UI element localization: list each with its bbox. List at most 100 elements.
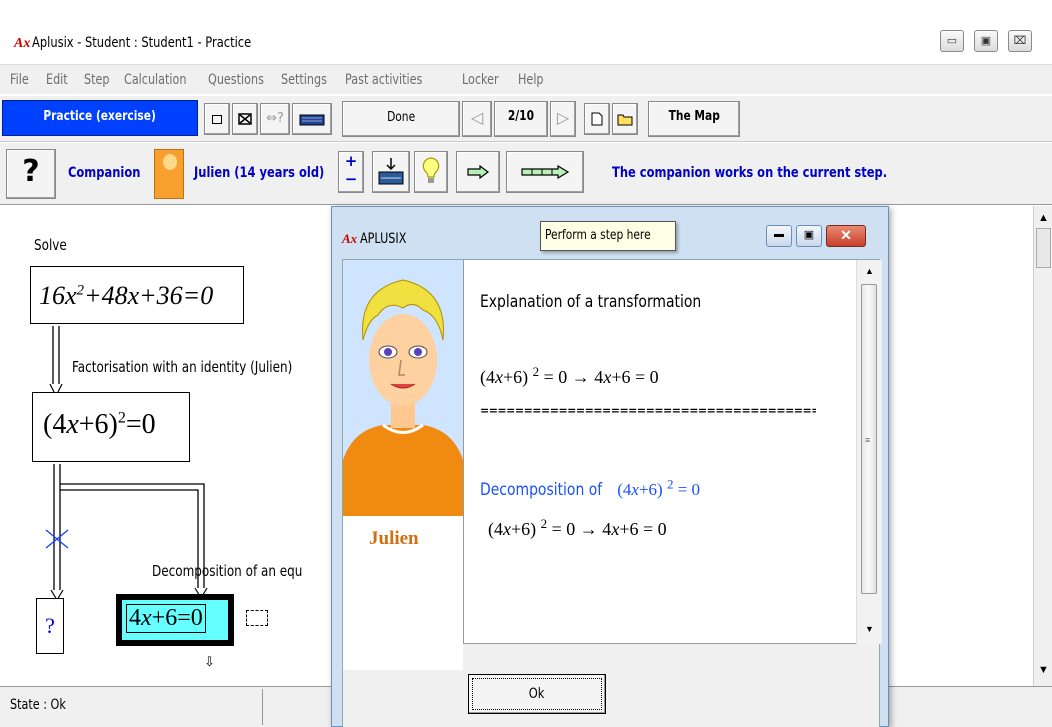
dialog-maximize-button[interactable]: ▣	[796, 225, 822, 247]
practice-mode-button[interactable]: Practice (exercise)	[2, 100, 198, 136]
maximize-icon: ▣	[803, 229, 815, 241]
equation-box-2[interactable]: (4x+6)2=0	[32, 392, 190, 462]
scroll-up-icon[interactable]: ▲	[1038, 212, 1049, 224]
menu-file[interactable]: File	[10, 72, 29, 88]
main-toolbar: Practice (exercise) ⇔? Done ◁ 2/10 ▷ The…	[0, 96, 1052, 142]
calculator-arrow-icon	[378, 158, 404, 185]
page-indicator: 2/10	[494, 101, 548, 137]
lightbulb-icon	[422, 157, 440, 183]
square-icon	[212, 115, 222, 124]
minimize-icon: ▬	[774, 229, 784, 240]
hint-button[interactable]	[414, 151, 448, 193]
maximize-button[interactable]: ▣	[974, 30, 998, 52]
grip-icon: ≡	[865, 435, 871, 445]
equation-3: 4x+6=0	[126, 604, 206, 633]
close-button[interactable]: ⌧	[1008, 30, 1032, 52]
triangle-right-icon: ▷	[556, 108, 570, 127]
empty-slot-box[interactable]	[246, 610, 268, 626]
tooltip: Perform a step here	[540, 221, 676, 251]
dialog-logo-icon: Ax	[342, 231, 358, 246]
companion-portrait-panel: Julien	[343, 260, 463, 670]
dialog-body: Julien Explanation of a transformation (…	[342, 259, 882, 727]
explanation-scroll-thumb[interactable]: ≡	[861, 284, 877, 594]
explanation-dialog: Ax APLUSIX ▬ ▣ ✕ Julien Explanation of a…	[331, 206, 889, 727]
explanation-panel: Explanation of a transformation (4x+6) 2…	[463, 260, 882, 644]
down-arrow-icon: ⇩	[204, 654, 215, 669]
companion-label: Companion	[68, 165, 141, 181]
maximize-icon: ▣	[980, 35, 992, 47]
ok-button[interactable]: Ok	[468, 674, 606, 714]
menu-edit[interactable]: Edit	[46, 72, 68, 88]
companion-toolbar: ? Companion Julien (14 years old) + − The…	[0, 143, 1052, 205]
keyboard-icon	[299, 114, 325, 126]
explanation-scrollbar[interactable]: ▲ ≡ ▼	[856, 260, 882, 644]
menu-step[interactable]: Step	[84, 72, 110, 88]
separator-line: =======================================	[480, 404, 816, 417]
minimize-button[interactable]: ▭	[940, 30, 964, 52]
next-exercise-button[interactable]: ▷	[550, 101, 576, 137]
unknown-box[interactable]: ?	[36, 598, 64, 654]
help-button[interactable]: ?	[6, 149, 56, 199]
solve-label: Solve	[34, 236, 67, 254]
the-map-button[interactable]: The Map	[648, 101, 740, 137]
companion-status-message: The companion works on the current step.	[612, 165, 888, 181]
folder-icon	[617, 114, 633, 126]
companion-level-stepper[interactable]: + −	[338, 151, 364, 193]
companion-avatar[interactable]	[154, 149, 184, 199]
all-steps-button[interactable]	[506, 151, 584, 193]
menu-help[interactable]: Help	[518, 72, 544, 88]
equation-box-1[interactable]: 16x2+48x+36=0	[30, 266, 244, 324]
question-mark-icon: ?	[22, 154, 40, 189]
equation-box-3-selected[interactable]: 4x+6=0	[116, 594, 234, 646]
scroll-down-icon[interactable]: ▼	[1038, 664, 1049, 676]
scroll-up-icon[interactable]: ▲	[865, 266, 874, 276]
cross-box-button[interactable]	[232, 103, 258, 135]
scroll-down-icon[interactable]: ▼	[865, 624, 874, 634]
companion-caption: Julien	[369, 528, 419, 549]
main-scroll-thumb[interactable]	[1036, 228, 1051, 268]
window-title: Aplusix - Student : Student1 - Practice	[32, 35, 252, 51]
single-arrow-icon	[467, 164, 489, 180]
new-file-icon	[591, 112, 603, 126]
companion-portrait-icon	[343, 260, 463, 516]
minimize-icon: ▭	[946, 35, 958, 47]
menu-locker[interactable]: Locker	[462, 72, 499, 88]
dialog-title: APLUSIX	[360, 231, 407, 247]
menu-bar: File Edit Step Calculation Questions Set…	[0, 64, 1052, 94]
triangle-left-icon: ◁	[470, 108, 484, 127]
status-divider	[262, 689, 263, 725]
equation-2: (4x+6)2=0	[43, 409, 156, 440]
equivalence-check-button[interactable]: ⇔?	[260, 103, 290, 135]
rule-label-2: Decomposition of an equ	[152, 562, 303, 580]
menu-calculation[interactable]: Calculation	[124, 72, 186, 88]
double-arrow-icon	[49, 326, 63, 398]
done-button[interactable]: Done	[342, 101, 460, 137]
cross-box-icon	[238, 113, 252, 125]
companion-name: Julien (14 years old)	[194, 165, 325, 181]
decomposition-label: Decomposition of (4x+6) 2 = 0	[480, 476, 701, 500]
equivalence-question-icon: ⇔?	[266, 111, 284, 126]
close-icon: ⌧	[1013, 35, 1027, 47]
multi-arrow-icon	[521, 164, 570, 180]
new-box-button[interactable]	[204, 103, 230, 135]
equation-1: 16x2+48x+36=0	[39, 281, 214, 310]
previous-exercise-button[interactable]: ◁	[462, 101, 492, 137]
new-file-button[interactable]	[584, 103, 610, 135]
app-logo-icon: Ax	[14, 36, 31, 51]
rule-label-1: Factorisation with an identity (Julien)	[72, 358, 293, 376]
dialog-minimize-button[interactable]: ▬	[766, 225, 792, 247]
menu-settings[interactable]: Settings	[281, 72, 327, 88]
state-text: State : Ok	[10, 697, 66, 713]
open-folder-button[interactable]	[612, 103, 638, 135]
dialog-close-button[interactable]: ✕	[826, 225, 866, 247]
calculator-step-button[interactable]	[372, 151, 410, 193]
main-vertical-scrollbar[interactable]: ▲ ▼	[1033, 206, 1052, 686]
avatar-face-icon	[163, 154, 177, 170]
keyboard-button[interactable]	[292, 103, 332, 135]
transformation-line-2: (4x+6) 2 = 0 → 4x+6 = 0	[488, 516, 667, 539]
one-step-button[interactable]	[456, 151, 500, 193]
menu-past-activities[interactable]: Past activities	[345, 72, 422, 88]
transformation-line-1: (4x+6) 2 = 0 → 4x+6 = 0	[480, 364, 659, 387]
plus-minus-icon: + −	[344, 152, 358, 188]
menu-questions[interactable]: Questions	[208, 72, 264, 88]
